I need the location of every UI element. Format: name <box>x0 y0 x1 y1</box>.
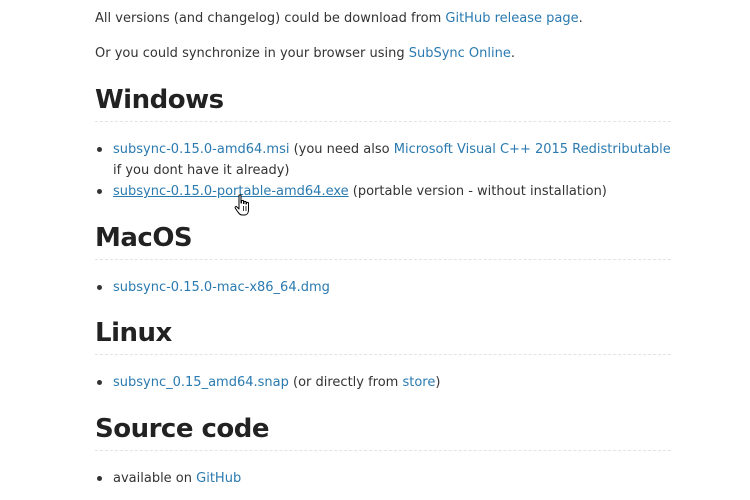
vcredist-link[interactable]: Microsoft Visual C++ 2015 Redistributabl… <box>394 142 671 157</box>
intro-text: All versions (and changelog) could be do… <box>95 11 446 26</box>
portable-exe-download-link[interactable]: subsync-0.15.0-portable-amd64.exe <box>113 184 349 199</box>
list-item-text: (portable version - without installation… <box>348 184 607 199</box>
intro-period-2: . <box>510 46 515 61</box>
list-item: available on GitHub <box>95 468 671 489</box>
list-item-text: available on <box>113 471 197 486</box>
subsync-online-link[interactable]: SubSync Online <box>409 46 511 61</box>
macos-heading: MacOS <box>95 223 671 260</box>
source-list: available on GitHub <box>95 468 671 489</box>
linux-heading: Linux <box>95 318 671 355</box>
list-item: subsync_0.15_amd64.snap (or directly fro… <box>95 372 671 393</box>
intro-text-2: Or you could synchronize in your browser… <box>95 46 409 61</box>
hand-pointer-icon <box>234 194 249 216</box>
list-item-text: ) <box>435 375 441 390</box>
intro-online-paragraph: Or you could synchronize in your browser… <box>95 44 515 64</box>
linux-list: subsync_0.15_amd64.snap (or directly fro… <box>95 372 671 393</box>
intro-period: . <box>578 11 583 26</box>
list-item-text: (or directly from <box>288 375 403 390</box>
snap-download-link[interactable]: subsync_0.15_amd64.snap <box>113 375 289 390</box>
source-code-heading: Source code <box>95 414 671 451</box>
windows-heading: Windows <box>95 85 671 122</box>
msi-download-link[interactable]: subsync-0.15.0-amd64.msi <box>113 142 289 157</box>
list-item: subsync-0.15.0-portable-amd64.exe (porta… <box>95 181 671 202</box>
list-item: subsync-0.15.0-amd64.msi (you need also … <box>95 139 671 181</box>
github-source-link[interactable]: GitHub <box>196 471 241 486</box>
macos-list: subsync-0.15.0-mac-x86_64.dmg <box>95 277 671 298</box>
github-release-link[interactable]: GitHub release page <box>445 11 578 26</box>
list-item: subsync-0.15.0-mac-x86_64.dmg <box>95 277 671 298</box>
windows-list: subsync-0.15.0-amd64.msi (you need also … <box>95 139 671 202</box>
intro-download-paragraph: All versions (and changelog) could be do… <box>95 9 583 29</box>
store-link[interactable]: store <box>402 375 435 390</box>
dmg-download-link[interactable]: subsync-0.15.0-mac-x86_64.dmg <box>113 280 330 295</box>
list-item-text: if you dont have it already) <box>113 163 290 178</box>
list-item-text: (you need also <box>289 142 394 157</box>
